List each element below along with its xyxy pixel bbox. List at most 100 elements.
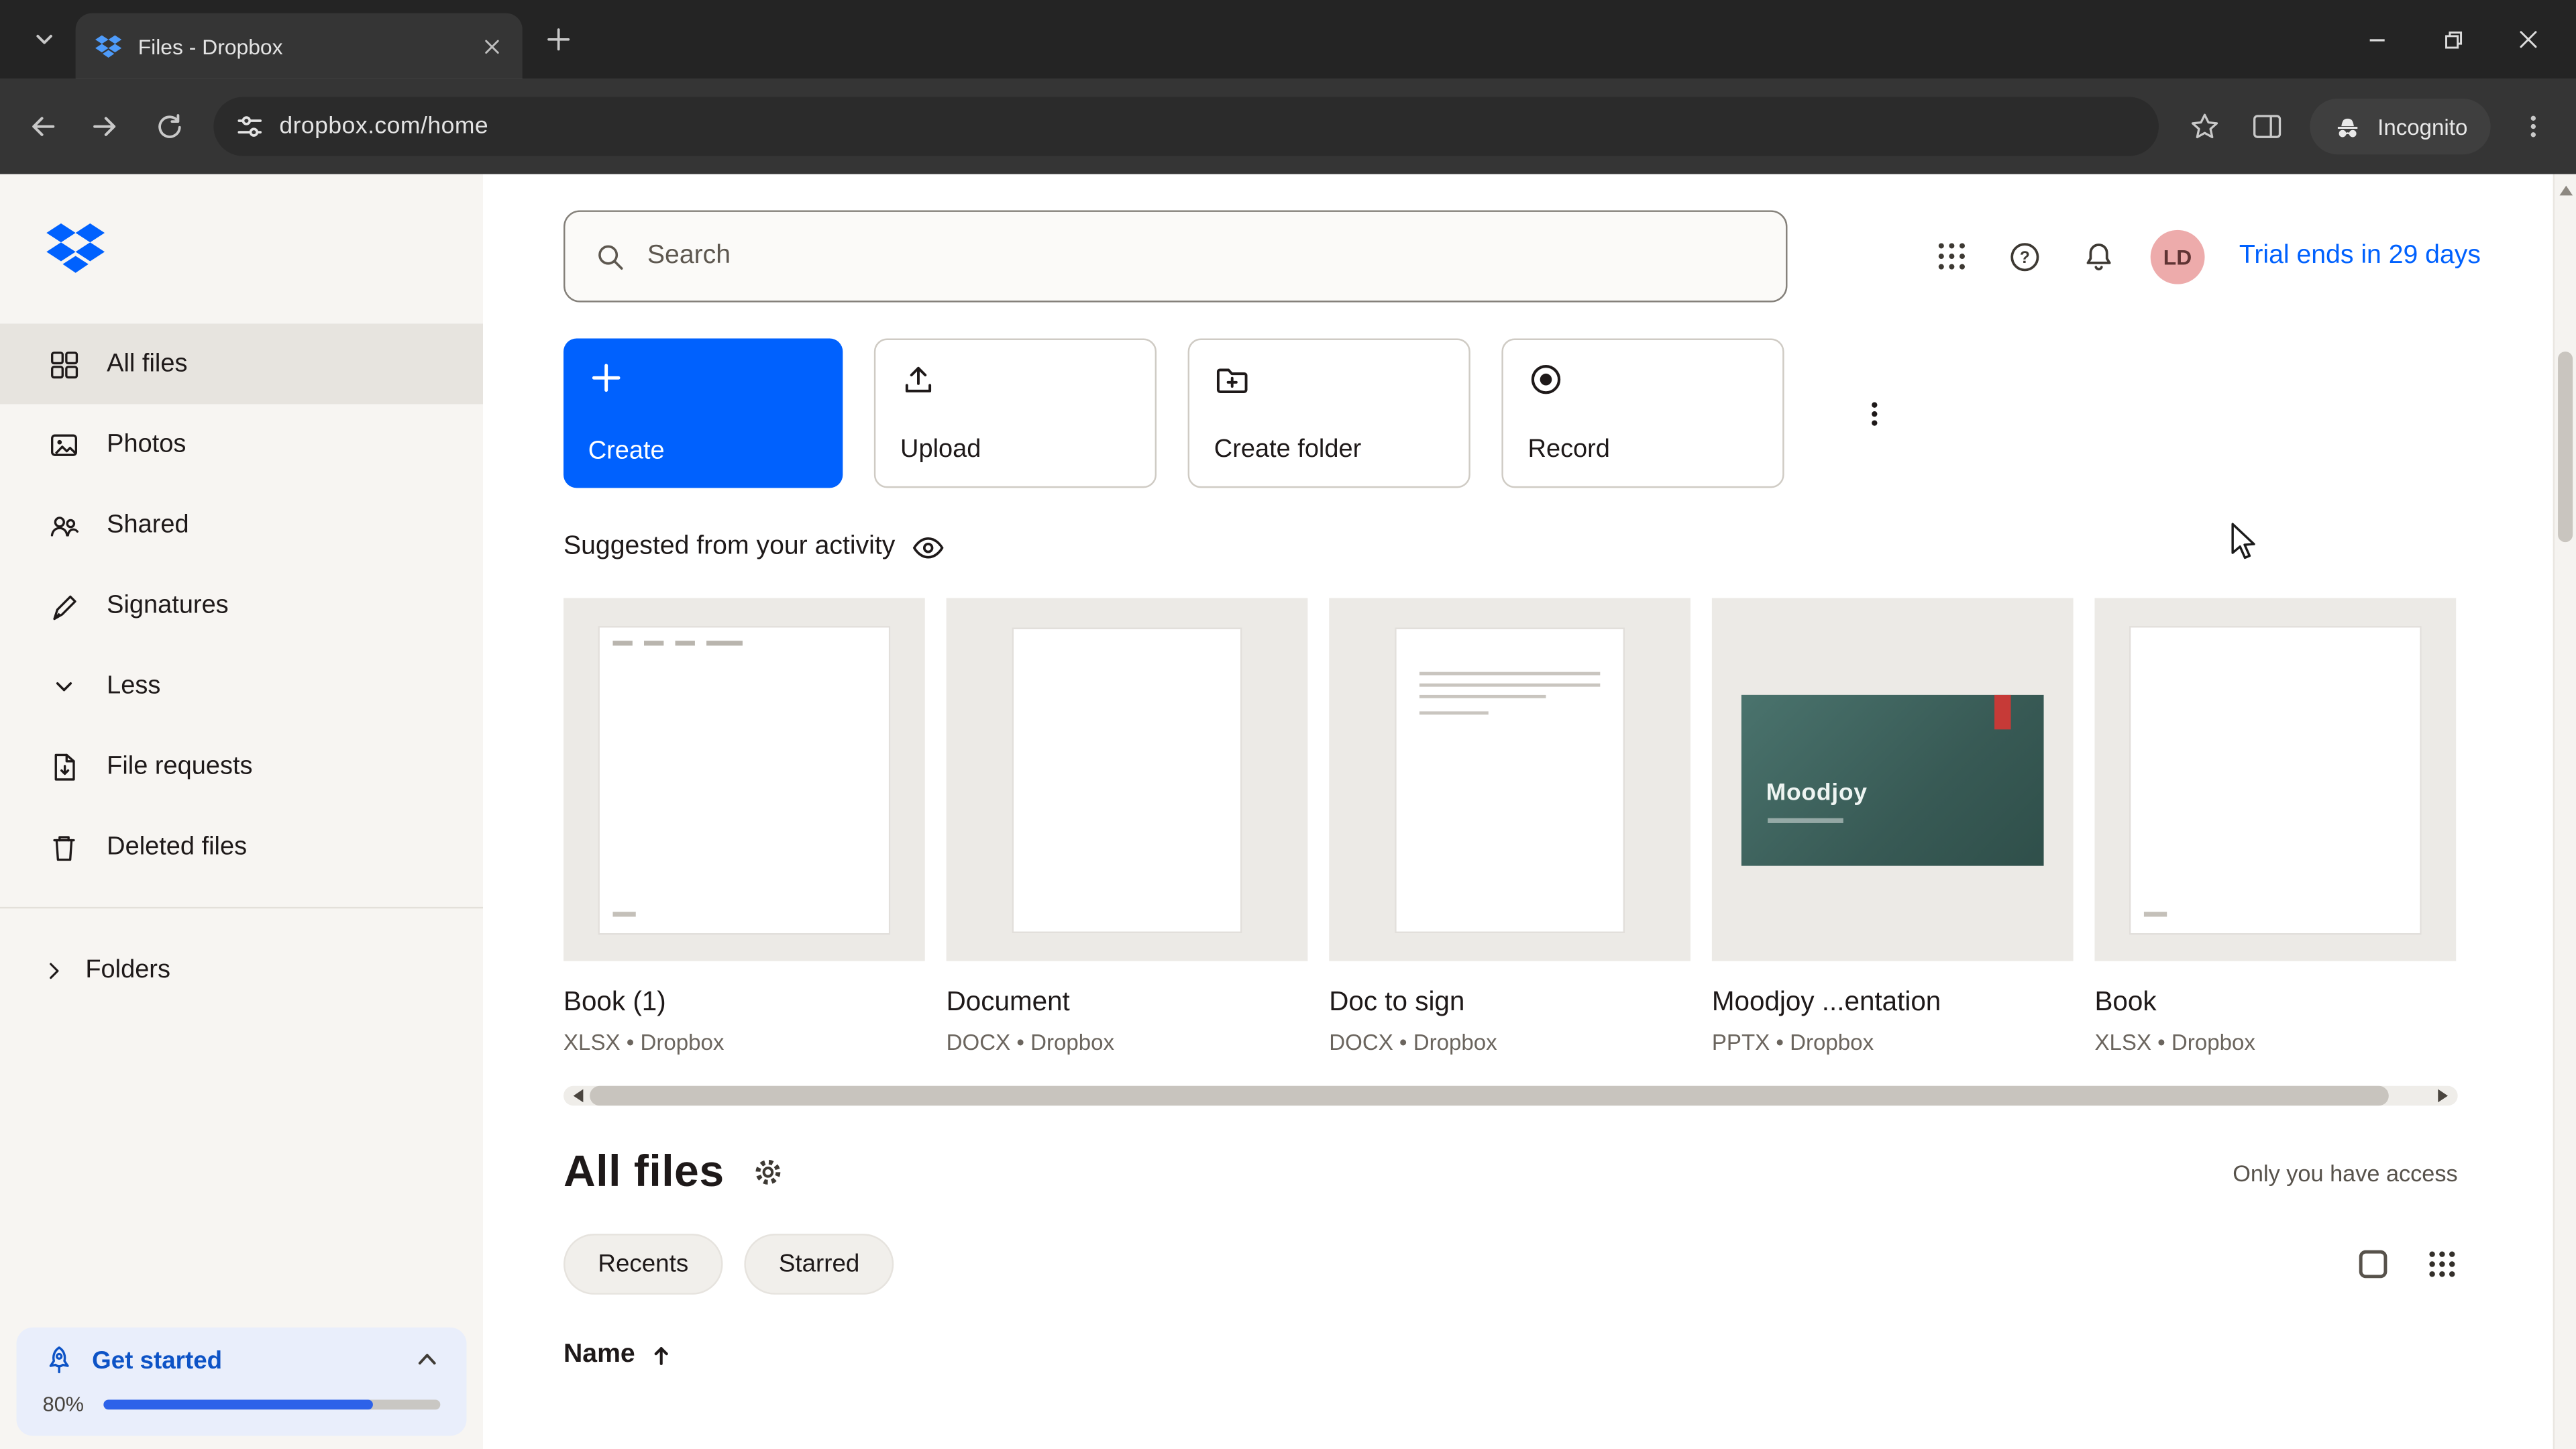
create-folder-button[interactable]: Create folder <box>1187 338 1470 488</box>
spreadsheet-page <box>598 625 891 934</box>
filter-recents[interactable]: Recents <box>563 1234 723 1295</box>
rocket-icon <box>49 1346 69 1374</box>
dropbox-favicon <box>95 34 122 57</box>
create-folder-label: Create folder <box>1214 435 1362 464</box>
sidebar-item-less[interactable]: Less <box>0 645 483 726</box>
restore-button[interactable] <box>2415 0 2491 79</box>
get-started-percent: 80% <box>42 1393 84 1417</box>
file-name: Doc to sign <box>1329 987 1465 1017</box>
browser-tab[interactable]: Files - Dropbox <box>75 13 523 79</box>
file-card[interactable]: Document DOCX • Dropbox <box>946 598 1308 1055</box>
file-card[interactable]: Book (1) XLSX • Dropbox <box>563 598 925 1055</box>
suggested-cards: Book (1) XLSX • Dropbox Document DOCX • … <box>563 598 2458 1055</box>
visibility-toggle[interactable] <box>912 535 945 559</box>
file-meta: PPTX • Dropbox <box>1711 1030 1874 1055</box>
bookmark-button[interactable] <box>2176 97 2235 156</box>
incognito-badge: Incognito <box>2310 98 2491 155</box>
dropbox-logo[interactable] <box>46 223 483 274</box>
restore-icon <box>2444 30 2461 48</box>
sidebar-item-all-files[interactable]: All files <box>0 323 483 405</box>
shared-icon <box>46 508 83 541</box>
sidebar-item-label: Signatures <box>107 590 229 619</box>
avatar[interactable]: LD <box>2150 229 2205 284</box>
sidebar-item-signatures[interactable]: Signatures <box>0 565 483 645</box>
help-icon: ? <box>2011 242 2040 271</box>
file-thumbnail <box>563 598 925 961</box>
grid-view-icon <box>2429 1251 2455 1277</box>
plus-icon <box>547 28 570 51</box>
suggested-title: Suggested from your activity <box>563 532 896 561</box>
slide-title: Moodjoy <box>1766 780 1868 806</box>
sort-ascending-icon[interactable] <box>650 1344 672 1366</box>
browser-menu-button[interactable] <box>2504 97 2563 156</box>
tab-title: Files - Dropbox <box>138 34 283 58</box>
hscroll-left-arrow[interactable] <box>567 1084 590 1107</box>
trial-link[interactable]: Trial ends in 29 days <box>2239 241 2481 271</box>
side-panel-button[interactable] <box>2238 97 2297 156</box>
tab-close-button[interactable] <box>476 32 506 61</box>
hscroll-thumb[interactable] <box>590 1085 2389 1106</box>
vscroll-thumb[interactable] <box>2558 352 2573 543</box>
address-bar[interactable]: dropbox.com/home <box>213 97 2159 156</box>
search-box[interactable] <box>563 210 1788 303</box>
sidebar-item-label: Deleted files <box>107 832 248 861</box>
horizontal-scrollbar[interactable] <box>563 1084 2458 1107</box>
search-icon <box>598 244 623 269</box>
search-input[interactable] <box>647 241 1756 272</box>
grid-view-button[interactable] <box>2426 1248 2458 1280</box>
page-title: All files <box>563 1146 724 1196</box>
plus-icon <box>592 364 621 392</box>
sidebar-item-deleted-files[interactable]: Deleted files <box>0 806 483 887</box>
all-files-icon <box>46 347 83 380</box>
document-page <box>1395 627 1625 932</box>
name-column-header[interactable]: Name <box>564 1340 635 1370</box>
vscroll-up-arrow[interactable] <box>2559 185 2573 196</box>
kebab-icon <box>1872 401 1878 425</box>
presentation-slide: Moodjoy <box>1741 694 2044 865</box>
more-actions-button[interactable] <box>1851 384 1898 443</box>
reload-icon <box>158 113 180 138</box>
photos-icon <box>46 428 83 461</box>
file-card[interactable]: Doc to sign DOCX • Dropbox <box>1329 598 1690 1055</box>
header-actions: ? LD Trial ends in 29 days <box>1922 227 2481 286</box>
apps-grid-icon <box>1938 243 1965 270</box>
upload-button[interactable]: Upload <box>873 338 1157 488</box>
reload-button[interactable] <box>138 97 197 156</box>
filter-starred[interactable]: Starred <box>744 1234 894 1295</box>
help-button[interactable]: ? <box>1996 227 2055 286</box>
tab-search-button[interactable] <box>19 15 68 64</box>
close-window-button[interactable] <box>2491 0 2567 79</box>
sidebar: All files Photos Shared Signatures Less … <box>0 174 483 1449</box>
back-button[interactable] <box>13 97 72 156</box>
file-name: Document <box>946 987 1070 1017</box>
apps-grid-button[interactable] <box>1922 227 1981 286</box>
incognito-label: Incognito <box>2377 114 2468 139</box>
record-button[interactable]: Record <box>1501 338 1784 488</box>
folders-label: Folders <box>85 955 170 983</box>
list-view-button[interactable] <box>2359 1250 2387 1279</box>
forward-button[interactable] <box>76 97 135 156</box>
notifications-button[interactable] <box>2070 227 2129 286</box>
star-icon <box>2192 113 2218 139</box>
create-button[interactable]: Create <box>563 338 843 488</box>
file-card[interactable]: Book XLSX • Dropbox <box>2094 598 2457 1055</box>
hscroll-right-arrow[interactable] <box>2431 1084 2454 1107</box>
view-toggles <box>2359 1248 2458 1280</box>
vertical-scrollbar[interactable] <box>2553 174 2576 1449</box>
close-icon <box>484 39 498 53</box>
side-panel-icon <box>2253 115 2282 138</box>
filter-row: Recents Starred <box>563 1234 2458 1295</box>
sidebar-item-photos[interactable]: Photos <box>0 404 483 484</box>
minimize-button[interactable] <box>2339 0 2415 79</box>
settings-button[interactable] <box>751 1155 785 1189</box>
get-started-label[interactable]: Get started <box>92 1346 398 1375</box>
chevron-up-icon[interactable] <box>414 1347 440 1373</box>
sidebar-item-shared[interactable]: Shared <box>0 484 483 565</box>
file-card[interactable]: Moodjoy Moodjoy ...entation PPTX • Dropb… <box>1711 598 2074 1055</box>
new-tab-button[interactable] <box>535 16 582 62</box>
sidebar-item-file-requests[interactable]: File requests <box>0 726 483 806</box>
sidebar-divider <box>0 906 483 909</box>
incognito-icon <box>2338 118 2358 138</box>
sidebar-folders-toggle[interactable]: Folders <box>0 930 483 1010</box>
file-thumbnail <box>946 598 1308 961</box>
